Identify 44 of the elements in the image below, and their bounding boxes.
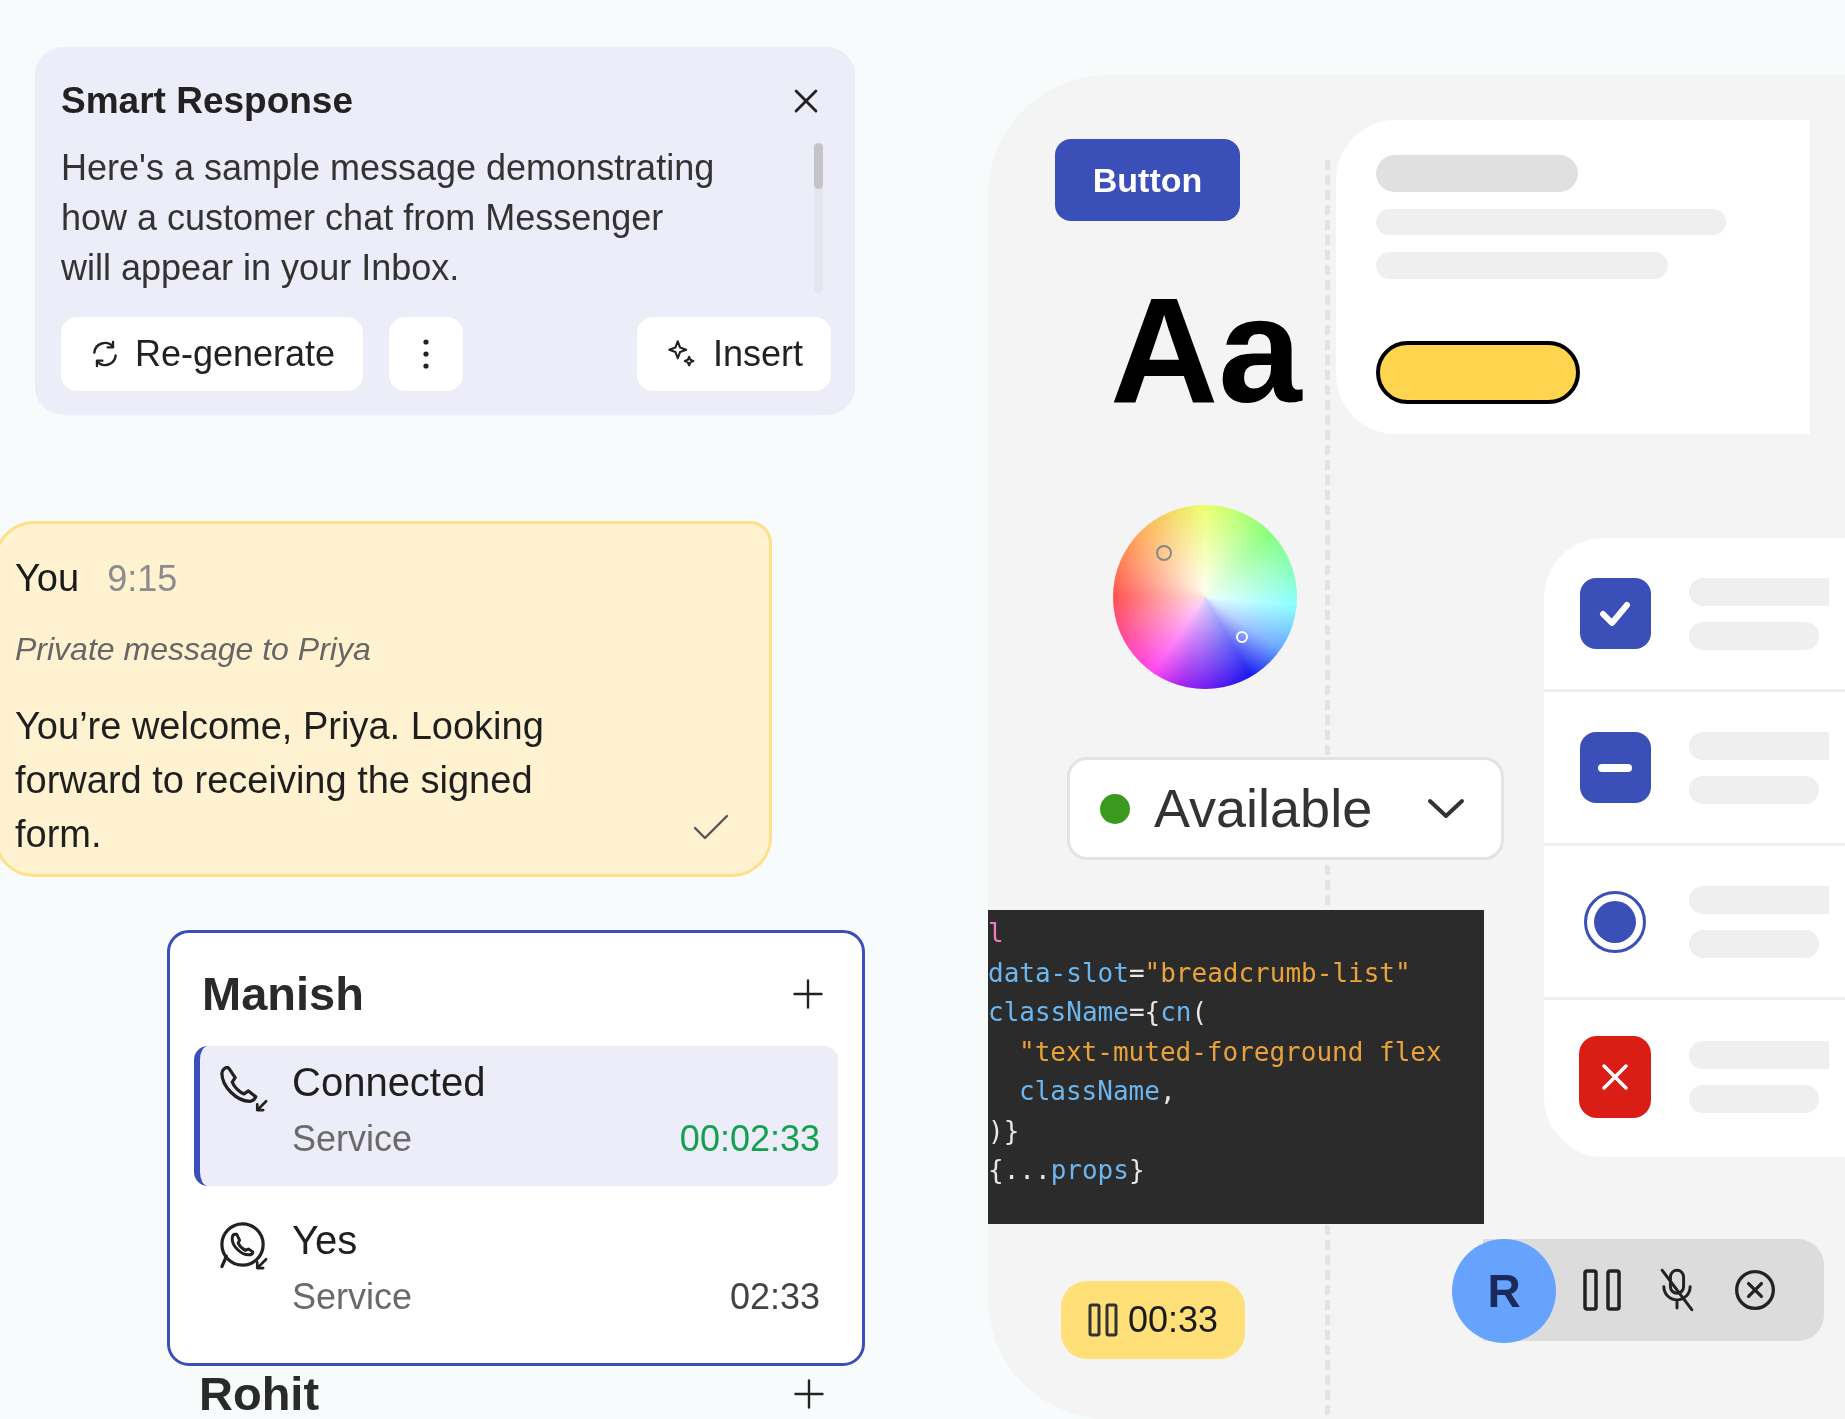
caller-avatar: R <box>1452 1239 1556 1343</box>
minus-icon <box>1598 763 1632 772</box>
code-line: )} <box>988 1114 1020 1148</box>
message-text: Here's a sample message demonstrating how a customer chat from Messenger will appear in your Inbox. <box>61 145 716 290</box>
code-line: data-slot="breadcrumb-list" <box>988 956 1411 990</box>
code-line: className={cn( <box>988 996 1208 1029</box>
check-icon <box>1599 600 1631 627</box>
code-line: className, <box>1019 1075 1176 1108</box>
private-note: Private message to Priya <box>15 630 372 669</box>
radio-button[interactable] <box>1584 890 1646 953</box>
regenerate-button[interactable]: Re-generate <box>61 317 364 391</box>
sample-button[interactable]: Button <box>1055 139 1240 221</box>
chevron-down-icon <box>1427 797 1465 820</box>
pause-icon[interactable] <box>1583 1269 1621 1311</box>
code-line: {...props} <box>988 1154 1145 1187</box>
more-icon <box>422 337 431 371</box>
code-line: "text-muted-foreground flex <box>1019 1035 1442 1069</box>
code-line: l <box>988 917 1004 950</box>
status-dropdown[interactable]: Available <box>1067 757 1504 860</box>
call-status: Connected <box>292 1058 487 1106</box>
contact-name: Rohit <box>199 1370 320 1418</box>
checkbox[interactable] <box>1579 732 1651 803</box>
plus-icon[interactable] <box>791 1376 827 1412</box>
pause-icon <box>1087 1303 1118 1337</box>
timer-badge: 00:33 <box>1061 1281 1245 1359</box>
card-title: Smart Response <box>61 79 353 123</box>
call-duration: 00:02:33 <box>679 1116 820 1161</box>
checkbox[interactable] <box>1579 578 1651 649</box>
close-button[interactable] <box>1579 1036 1651 1118</box>
scroll-thumb[interactable] <box>814 142 823 189</box>
insert-button[interactable]: Insert <box>636 317 831 391</box>
queue-name: Service <box>292 1274 413 1319</box>
message-time: 9:15 <box>107 557 178 601</box>
call-item[interactable]: Connected Service 00:02:33 <box>194 1045 838 1186</box>
queue-name: Service <box>292 1116 413 1161</box>
message-text: You’re welcome, Priya. Looking forward to receiving the signed form. <box>15 704 545 857</box>
color-handle[interactable] <box>1156 545 1172 561</box>
type-sample: Aa <box>1110 265 1302 436</box>
contact-name: Manish <box>202 966 364 1022</box>
close-circle-icon[interactable] <box>1733 1268 1777 1312</box>
sender-name: You <box>15 556 80 601</box>
call-status: Yes <box>292 1216 359 1264</box>
call-duration: 02:33 <box>729 1274 820 1319</box>
close-icon <box>1601 1063 1629 1091</box>
